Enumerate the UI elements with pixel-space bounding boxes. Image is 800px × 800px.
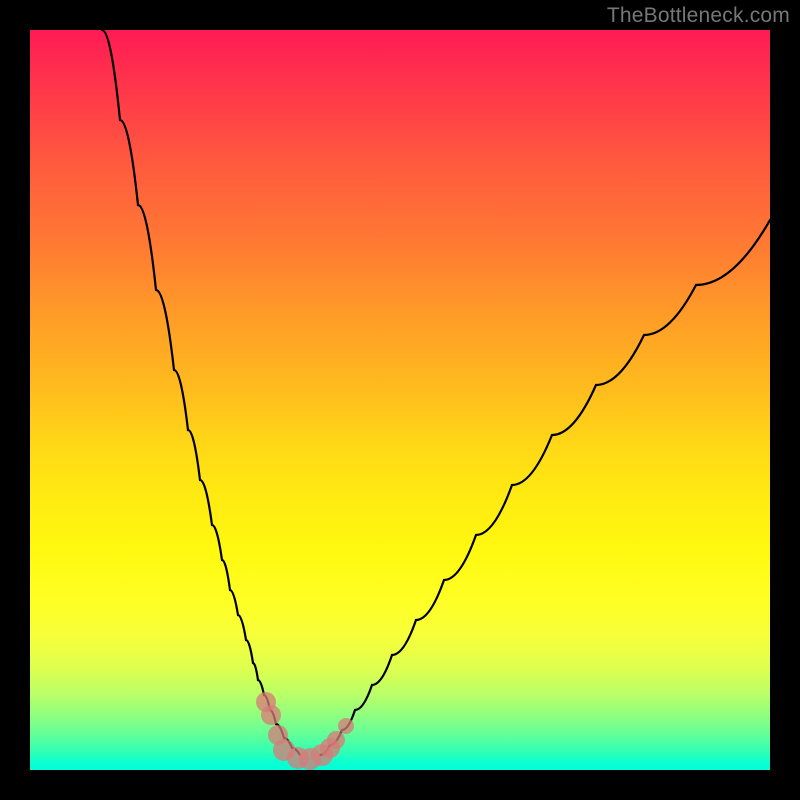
watermark-text: TheBottleneck.com: [607, 4, 790, 28]
trough-marker: [338, 718, 354, 734]
trough-marker: [327, 731, 345, 749]
left-curve: [102, 30, 300, 755]
trough-markers: [256, 692, 354, 770]
right-curve: [320, 220, 770, 755]
trough-marker: [261, 705, 281, 725]
outer-frame: TheBottleneck.com: [0, 0, 800, 800]
curves-layer: [30, 30, 770, 770]
plot-area: [30, 30, 770, 770]
